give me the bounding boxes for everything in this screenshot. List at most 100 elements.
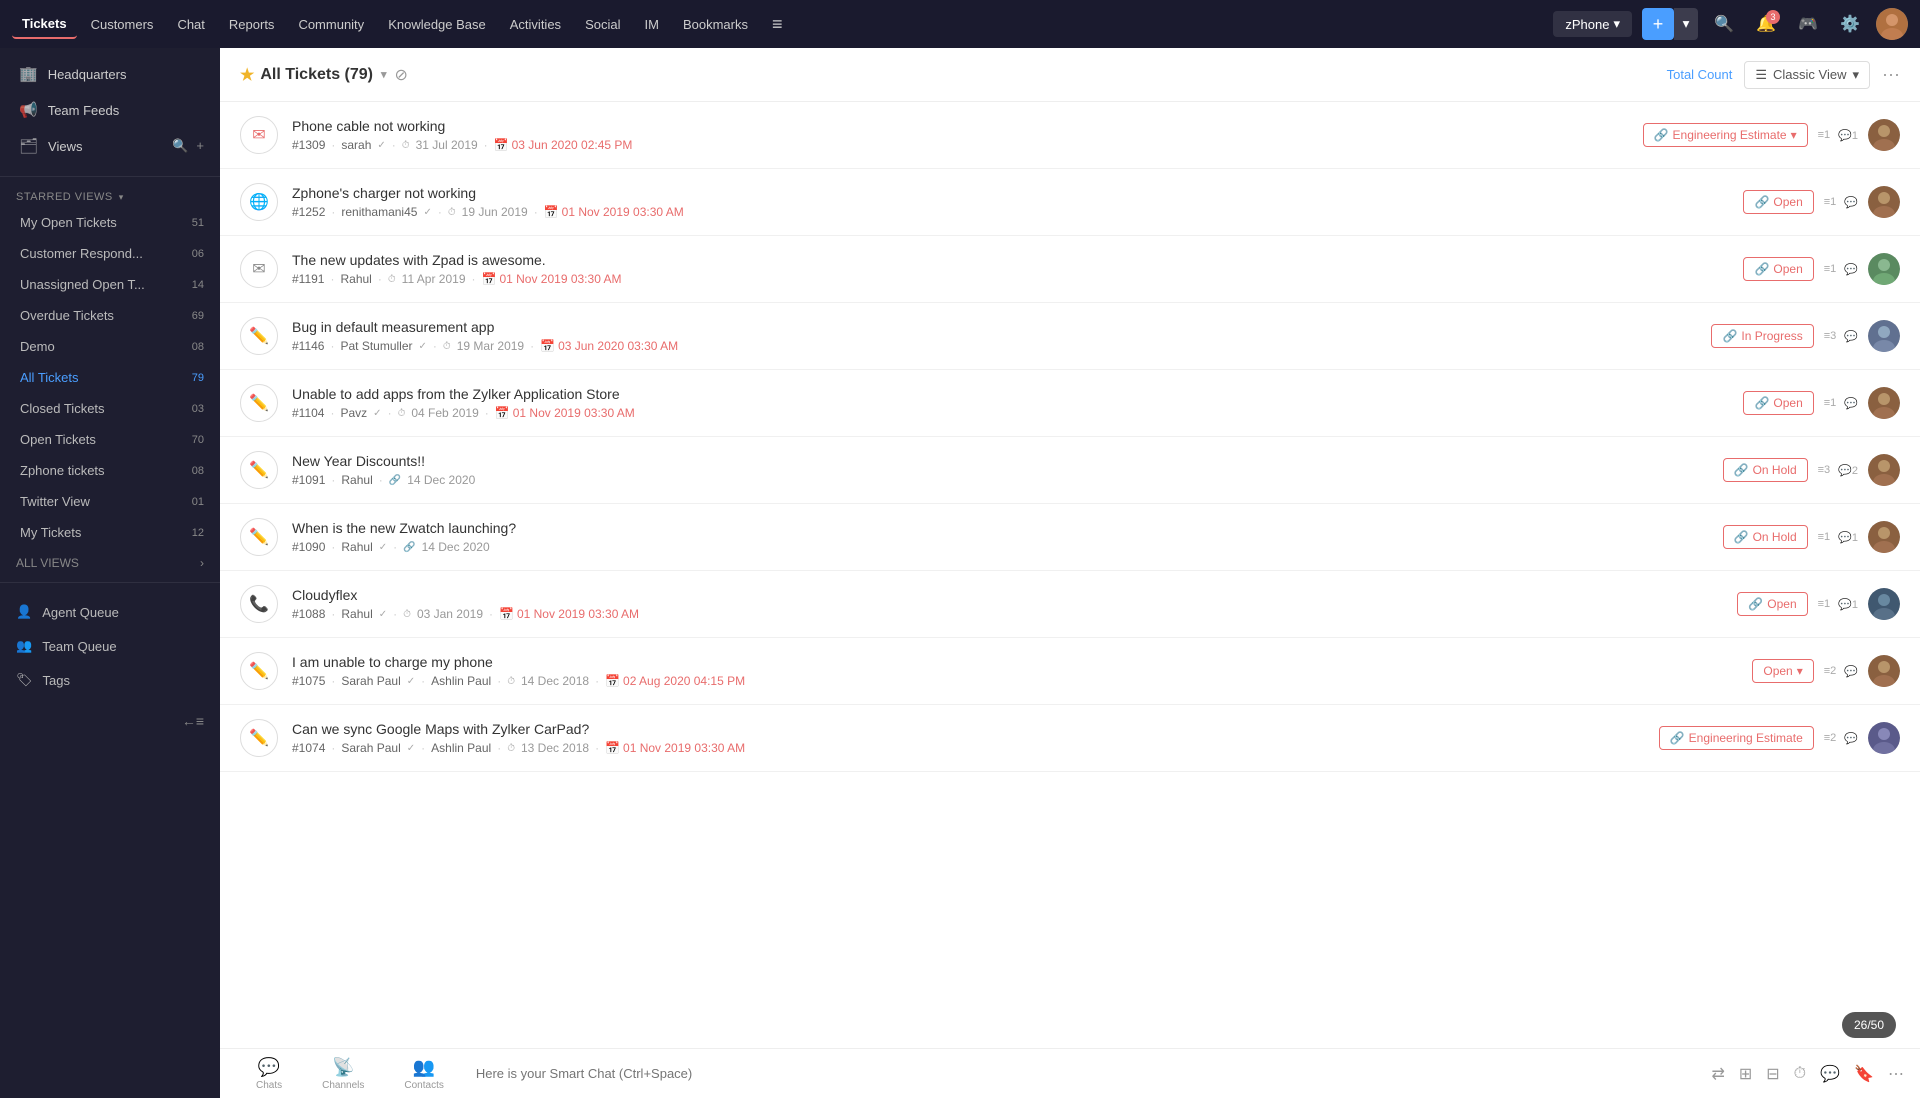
view-my-tickets[interactable]: My Tickets 12 xyxy=(0,517,220,548)
nav-bookmarks[interactable]: Bookmarks xyxy=(673,11,758,38)
clock-bottom-icon[interactable]: ⏱ xyxy=(1794,1065,1806,1083)
table-row[interactable]: ✏️ I am unable to charge my phone #1075 … xyxy=(220,638,1920,705)
more-options-icon[interactable]: ··· xyxy=(1882,64,1900,85)
notifications-icon[interactable]: 🔔 3 xyxy=(1750,8,1782,40)
nav-social[interactable]: Social xyxy=(575,11,630,38)
status-badge[interactable]: 🔗 In Progress xyxy=(1711,324,1813,348)
sidebar-collapse-button[interactable]: ←≡ xyxy=(0,705,220,737)
translate-icon[interactable]: ⇄ xyxy=(1711,1064,1724,1084)
headquarters-icon: 🏢 xyxy=(19,65,38,83)
view-all-tickets[interactable]: All Tickets 79 xyxy=(0,362,220,393)
sidebar-item-team-queue[interactable]: 👥 Team Queue xyxy=(0,629,220,663)
bookmark-bottom-icon[interactable]: 🔖 xyxy=(1854,1064,1874,1084)
agent-icon: ✓ xyxy=(373,408,381,419)
starred-views-list: My Open Tickets 51 Customer Respond... 0… xyxy=(0,207,220,548)
smart-chat-input[interactable] xyxy=(464,1066,1712,1081)
ticket-assignee: Ashlin Paul xyxy=(431,741,491,755)
status-badge[interactable]: 🔗 Open xyxy=(1743,190,1813,214)
add-view-icon[interactable]: + xyxy=(196,138,204,154)
page-count-bubble[interactable]: 26/50 xyxy=(1842,1012,1896,1038)
starred-views-label[interactable]: STARRED VIEWS ▾ xyxy=(0,181,220,207)
sidebar-item-tags[interactable]: 🏷 Tags xyxy=(0,663,220,697)
nav-im[interactable]: IM xyxy=(634,11,668,38)
settings-icon[interactable]: ⚙️ xyxy=(1834,8,1866,40)
created-date: 14 Dec 2018 xyxy=(521,674,589,688)
status-badge[interactable]: 🔗 Engineering Estimate ▾ xyxy=(1643,123,1808,147)
view-demo[interactable]: Demo 08 xyxy=(0,331,220,362)
sidebar-item-agent-queue[interactable]: 👤 Agent Queue xyxy=(0,595,220,629)
nav-customers[interactable]: Customers xyxy=(81,11,164,38)
grid-icon[interactable]: ⊟ xyxy=(1766,1064,1779,1084)
table-row[interactable]: ✉ Phone cable not working #1309 · sarah … xyxy=(220,102,1920,169)
status-badge[interactable]: 🔗 Open xyxy=(1743,391,1813,415)
view-customer-respond[interactable]: Customer Respond... 06 xyxy=(0,238,220,269)
ticket-meta: #1191 · Rahul · ⏱ 11 Apr 2019 · 📅 01 Nov… xyxy=(292,272,1729,286)
status-dropdown-arrow[interactable]: ▾ xyxy=(1791,128,1797,142)
status-badge[interactable]: 🔗 Open xyxy=(1737,592,1807,616)
view-overdue-tickets[interactable]: Overdue Tickets 69 xyxy=(0,300,220,331)
favorite-star[interactable]: ★ xyxy=(240,65,254,85)
ticket-actions: ≡3 💬2 xyxy=(1818,464,1858,477)
add-button[interactable]: + xyxy=(1642,8,1674,40)
table-row[interactable]: 📞 Cloudyflex #1088 · Rahul ✓ · ⏱ 03 Jan … xyxy=(220,571,1920,638)
sidebar-item-headquarters[interactable]: 🏢 Headquarters xyxy=(0,56,220,92)
table-row[interactable]: ✏️ When is the new Zwatch launching? #10… xyxy=(220,504,1920,571)
search-views-icon[interactable]: 🔍 xyxy=(172,138,188,154)
status-dropdown-arrow[interactable]: ▾ xyxy=(1797,664,1803,678)
status-badge[interactable]: 🔗 Engineering Estimate xyxy=(1659,726,1814,750)
ticket-meta: #1088 · Rahul ✓ · ⏱ 03 Jan 2019 · 📅 01 N… xyxy=(292,607,1723,621)
comment-bottom-icon[interactable]: 💬 xyxy=(1820,1064,1840,1084)
view-closed-tickets[interactable]: Closed Tickets 03 xyxy=(0,393,220,424)
nav-activities[interactable]: Activities xyxy=(500,11,571,38)
filter-icon[interactable]: ⊘ xyxy=(395,65,408,85)
view-unassigned-open[interactable]: Unassigned Open T... 14 xyxy=(0,269,220,300)
ticket-agent: Rahul xyxy=(341,607,372,621)
nav-channels[interactable]: 📡 Channels xyxy=(302,1057,384,1091)
content-header: ★ All Tickets (79) ▾ ⊘ Total Count ☰ Cla… xyxy=(220,48,1920,102)
email-icon: ✉ xyxy=(252,259,265,279)
nav-chats[interactable]: 💬 Chats xyxy=(236,1057,302,1091)
title-dropdown-arrow[interactable]: ▾ xyxy=(381,68,387,81)
add-dropdown-button[interactable]: ▾ xyxy=(1674,8,1698,40)
agent-icon: ✓ xyxy=(407,676,415,687)
ticket-assignee-avatar xyxy=(1868,119,1900,151)
nav-knowledge-base[interactable]: Knowledge Base xyxy=(378,11,496,38)
status-badge[interactable]: 🔗 Open xyxy=(1743,257,1813,281)
more-bottom-icon[interactable]: ⋯ xyxy=(1888,1064,1904,1084)
status-badge[interactable]: Open ▾ xyxy=(1752,659,1813,683)
ticket-id: #1090 xyxy=(292,540,325,554)
zphone-button[interactable]: zPhone ▾ xyxy=(1553,11,1632,37)
team-feeds-icon: 📢 xyxy=(19,101,38,119)
ticket-type-icon: ✉ xyxy=(240,250,278,288)
table-row[interactable]: ✏️ Bug in default measurement app #1146 … xyxy=(220,303,1920,370)
all-views-link[interactable]: ALL VIEWS › xyxy=(0,548,220,578)
view-open-tickets[interactable]: Open Tickets 70 xyxy=(0,424,220,455)
table-row[interactable]: 🌐 Zphone's charger not working #1252 · r… xyxy=(220,169,1920,236)
user-avatar[interactable] xyxy=(1876,8,1908,40)
ticket-agent: Sarah Paul xyxy=(341,674,400,688)
nav-contacts[interactable]: 👥 Contacts xyxy=(384,1057,463,1091)
sidebar-item-views[interactable]: 🗂 Views 🔍 + xyxy=(0,128,220,164)
view-twitter-view[interactable]: Twitter View 01 xyxy=(0,486,220,517)
nav-reports[interactable]: Reports xyxy=(219,11,285,38)
classic-view-button[interactable]: ☰ Classic View ▾ xyxy=(1744,61,1870,89)
total-count-link[interactable]: Total Count xyxy=(1667,67,1733,82)
status-badge[interactable]: 🔗 On Hold xyxy=(1723,458,1808,482)
table-row[interactable]: ✉ The new updates with Zpad is awesome. … xyxy=(220,236,1920,303)
nav-more[interactable]: ≡ xyxy=(762,8,793,41)
table-row[interactable]: ✏️ New Year Discounts!! #1091 · Rahul · … xyxy=(220,437,1920,504)
search-icon[interactable]: 🔍 xyxy=(1708,8,1740,40)
status-badge[interactable]: 🔗 On Hold xyxy=(1723,525,1808,549)
view-my-open-tickets[interactable]: My Open Tickets 51 xyxy=(0,207,220,238)
nav-tickets[interactable]: Tickets xyxy=(12,10,77,39)
nav-chat[interactable]: Chat xyxy=(167,11,214,38)
nav-community[interactable]: Community xyxy=(288,11,374,38)
gamepad-icon[interactable]: 🎮 xyxy=(1792,8,1824,40)
table-row[interactable]: ✏️ Unable to add apps from the Zylker Ap… xyxy=(220,370,1920,437)
view-zphone-tickets[interactable]: Zphone tickets 08 xyxy=(0,455,220,486)
table-row[interactable]: ✏️ Can we sync Google Maps with Zylker C… xyxy=(220,705,1920,772)
ticket-actions: ≡1 💬 xyxy=(1824,263,1858,276)
layout-icon[interactable]: ⊞ xyxy=(1739,1064,1752,1084)
ticket-assignee-avatar xyxy=(1868,454,1900,486)
sidebar-item-team-feeds[interactable]: 📢 Team Feeds xyxy=(0,92,220,128)
